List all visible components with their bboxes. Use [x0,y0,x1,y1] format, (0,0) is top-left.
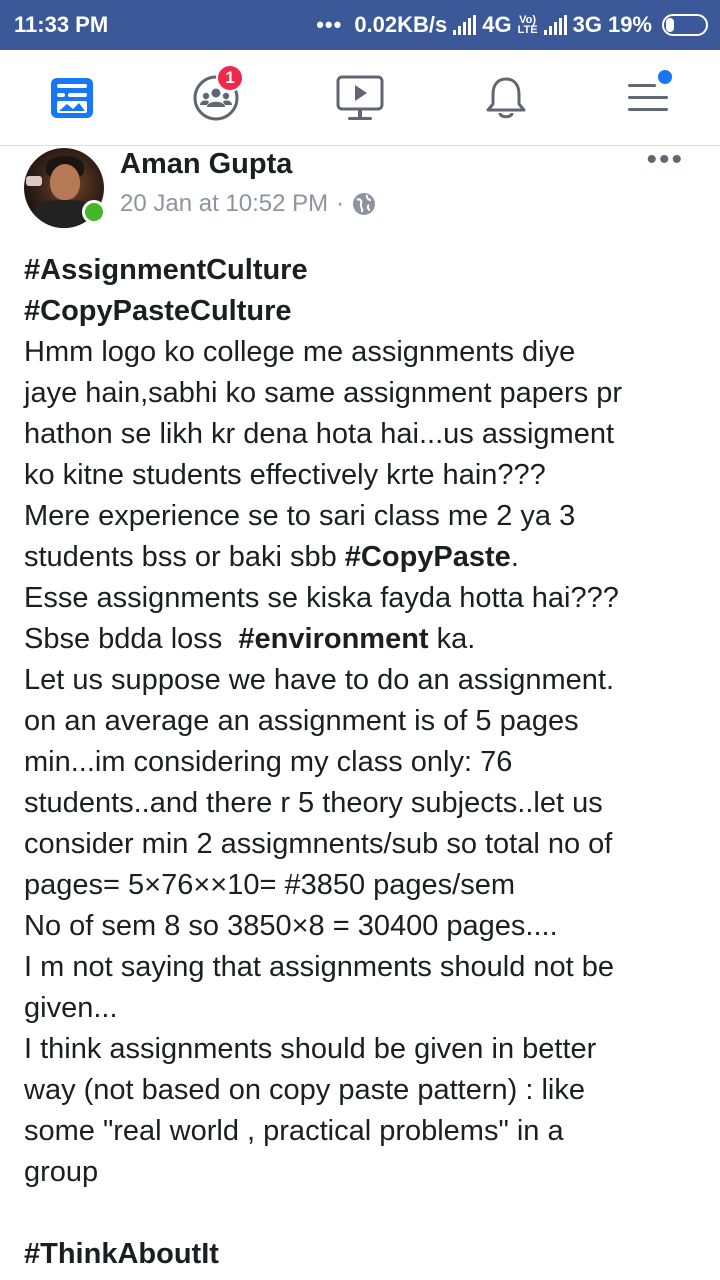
text-segment: I m not saying that assignments should n… [24,951,615,983]
text-segment: Mere experience se to sari class me 2 ya… [24,500,576,532]
hashtag-link[interactable]: #environment [238,623,428,655]
post-text-line: ko kitne students effectively krte hain?… [24,455,704,496]
text-segment: jaye hain,sabhi ko same assignment paper… [24,377,623,409]
post-text-line: #AssignmentCulture [24,250,704,291]
globe-icon [353,193,376,215]
hashtag-link[interactable]: #AssignmentCulture [24,254,308,286]
post-text-line: Mere experience se to sari class me 2 ya… [24,496,704,537]
post-text-line: I think assignments should be given in b… [24,1029,704,1070]
post-text-line: on an average an assignment is of 5 page… [24,701,704,742]
post-text-line: #ThinkAboutIt [24,1234,704,1275]
post-text-line [24,1193,704,1234]
text-segment: hathon se likh kr dena hota hai...us ass… [24,418,615,450]
nav-groups[interactable]: 1 [186,64,246,126]
post-text-line: consider min 2 assigmnents/sub so total … [24,824,704,865]
nav-watch[interactable] [330,70,390,126]
post-meta: 20 Jan at 10:52 PM · [120,190,376,218]
network-speed: 0.02KB/s [354,12,448,37]
post-header: Aman Gupta 20 Jan at 10:52 PM · ••• [0,145,720,236]
network-type-1: 4G [482,12,512,37]
hashtag-link[interactable]: #ThinkAboutIt [24,1238,219,1270]
battery-icon [662,14,708,36]
text-segment: given... [24,992,118,1024]
post-text-line: way (not based on copy paste pattern) : … [24,1070,704,1111]
post-text-line: Let us suppose we have to do an assignme… [24,660,704,701]
post-text-line: students bss or baki sbb #CopyPaste. [24,537,704,578]
menu-update-dot [658,70,672,84]
post-text-line: Sbse bdda loss #environment ka. [24,619,704,660]
signal-icon [453,15,477,35]
text-segment: I think assignments should be given in b… [24,1033,597,1065]
post-text-line: Esse assignments se kiska fayda hotta ha… [24,578,704,619]
text-segment: ka. [428,623,476,655]
post-options-button[interactable]: ••• [646,145,684,175]
nav-menu[interactable] [618,70,678,126]
status-indicators: ••• 0.02KB/s 4G Vo) LTE 3G 19% [316,12,708,38]
nav-notifications[interactable] [476,70,536,126]
text-segment: Let us suppose we have to do an assignme… [24,664,615,696]
text-segment: consider min 2 assigmnents/sub so total … [24,828,613,860]
text-segment: pages= 5×76××10= #3850 pages/sem [24,869,516,901]
text-segment: on an average an assignment is of 5 page… [24,705,579,737]
text-segment: Hmm logo ko college me assignments diye [24,336,576,368]
text-segment: students bss or baki sbb [24,541,345,573]
post-text-line: given... [24,988,704,1029]
status-bar: 11:33 PM ••• 0.02KB/s 4G Vo) LTE 3G 19% [0,0,720,50]
post-text-line: #CopyPasteCulture [24,291,704,332]
volte-label: Vo) LTE [517,14,538,36]
post-text-line: I m not saying that assignments should n… [24,947,704,988]
meta-separator: · [336,190,345,217]
text-segment: group [24,1156,99,1188]
status-time: 11:33 PM [14,12,109,37]
post-text-line: some "real world , practical problems" i… [24,1111,704,1152]
hashtag-link[interactable]: #CopyPaste [345,541,511,573]
text-segment: some "real world , practical problems" i… [24,1115,564,1147]
post-author-name[interactable]: Aman Gupta [120,148,292,181]
text-segment: Esse assignments se kiska fayda hotta ha… [24,582,619,614]
post-text-line: No of sem 8 so 3850×8 = 30400 pages.... [24,906,704,947]
signal-icon-2 [543,15,567,35]
text-segment: min...im considering my class only: 76 [24,746,513,778]
network-type-2: 3G [572,12,602,37]
text-segment: students..and there r 5 theory subjects.… [24,787,603,819]
battery-percent: 19% [607,12,652,37]
post-text-line: min...im considering my class only: 76 [24,742,704,783]
text-segment: . [510,541,519,573]
notifications-bell-icon [486,77,526,119]
groups-badge: 1 [216,64,244,92]
post-text-line: students..and there r 5 theory subjects.… [24,783,704,824]
post-text-line: group [24,1152,704,1193]
nav-news-feed[interactable] [42,70,102,126]
top-nav-bar: 1 [0,50,720,146]
post-text-line: pages= 5×76××10= #3850 pages/sem [24,865,704,906]
post-text-line: hathon se likh kr dena hota hai...us ass… [24,414,704,455]
text-segment: No of sem 8 so 3850×8 = 30400 pages.... [24,910,558,942]
hashtag-link[interactable]: #CopyPasteCulture [24,295,292,327]
news-feed-icon [51,78,93,118]
post-text-line: jaye hain,sabhi ko same assignment paper… [24,373,704,414]
text-segment: ko kitne students effectively krte hain?… [24,459,546,491]
watch-video-icon [336,75,384,120]
post-timestamp[interactable]: 20 Jan at 10:52 PM [120,190,328,218]
notification-dots-icon: ••• [316,12,343,37]
post-body: #AssignmentCulture #CopyPasteCulture Hmm l… [24,250,704,1275]
text-segment: way (not based on copy paste pattern) : … [24,1074,585,1106]
post-text-line: Hmm logo ko college me assignments diye [24,332,704,373]
text-segment: Sbse bdda loss [24,623,239,655]
online-status-dot [82,200,106,224]
